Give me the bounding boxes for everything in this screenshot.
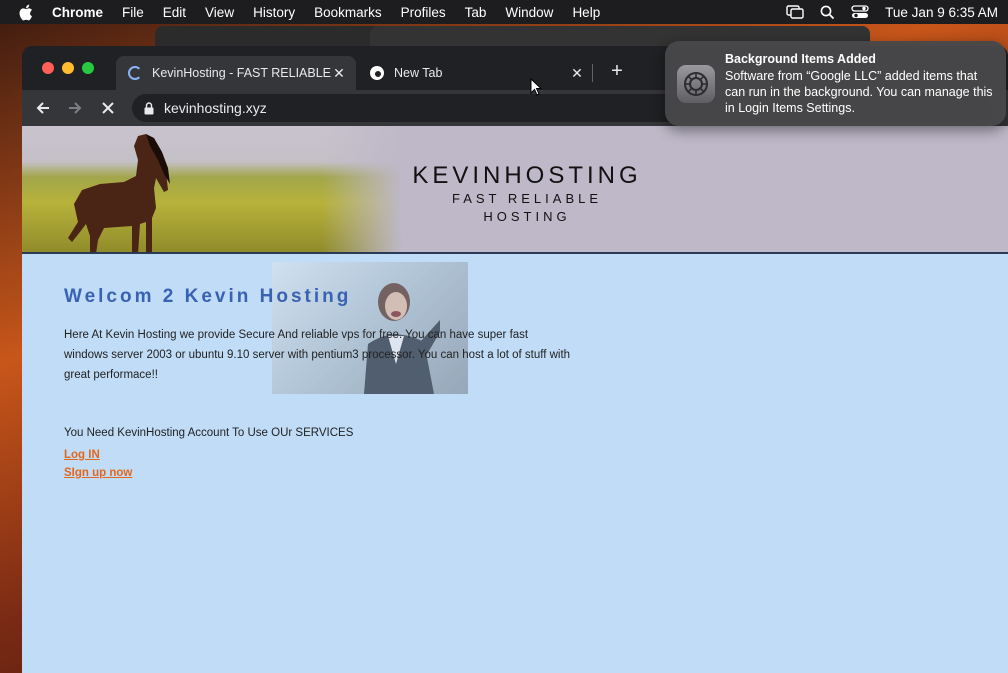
forward-button[interactable] (64, 97, 86, 119)
mouse-cursor-icon (530, 78, 542, 96)
menu-bar-clock[interactable]: Tue Jan 9 6:35 AM (885, 5, 998, 20)
minimize-window-button[interactable] (62, 62, 74, 74)
back-button[interactable] (32, 97, 54, 119)
address-url[interactable]: kevinhosting.xyz (164, 100, 267, 116)
loading-spinner-icon (128, 66, 142, 80)
menu-bookmarks[interactable]: Bookmarks (314, 5, 382, 20)
tab-separator (592, 64, 593, 82)
window-controls (42, 62, 102, 74)
site-banner: KEVINHOSTING FAST RELIABLE HOSTING (22, 126, 1008, 254)
welcome-heading: Welcom 2 Kevin Hosting (64, 286, 352, 307)
chrome-logo-icon (370, 66, 384, 80)
close-window-button[interactable] (42, 62, 54, 74)
menu-history[interactable]: History (253, 5, 295, 20)
site-tagline-line1: FAST RELIABLE (451, 191, 603, 206)
screen-mirroring-icon[interactable] (786, 5, 804, 19)
menu-app-name[interactable]: Chrome (52, 5, 103, 20)
account-notice: You Need KevinHosting Account To Use OUr… (64, 427, 354, 439)
site-tagline-line2: HOSTING (483, 209, 571, 224)
signup-link[interactable]: SIgn up now (64, 467, 584, 479)
web-page: KEVINHOSTING FAST RELIABLE HOSTING Welco… (22, 126, 1008, 673)
menu-help[interactable]: Help (572, 5, 600, 20)
login-link[interactable]: Log IN (64, 449, 584, 461)
new-tab-button[interactable]: + (606, 60, 628, 82)
site-brand: KEVINHOSTING FAST RELIABLE HOSTING (402, 162, 652, 226)
back-arrow-icon (36, 102, 49, 114)
menu-window[interactable]: Window (505, 5, 553, 20)
stop-x-icon (102, 102, 114, 114)
control-center-icon[interactable] (851, 5, 869, 19)
notification-title: Background Items Added (725, 52, 876, 66)
menu-view[interactable]: View (205, 5, 234, 20)
menu-file[interactable]: File (122, 5, 144, 20)
site-name: KEVINHOSTING (412, 162, 642, 189)
service-description: Here At Kevin Hosting we provide Secure … (64, 329, 571, 381)
menu-tab[interactable]: Tab (465, 5, 487, 20)
system-settings-icon (677, 65, 715, 103)
tab-close-icon[interactable]: ✕ (570, 65, 584, 82)
stop-loading-button[interactable] (97, 97, 119, 119)
notification-body: Software from “Google LLC” added items t… (725, 69, 993, 115)
tab-title: KevinHosting - FAST RELIABLE (152, 66, 332, 80)
horse-image (68, 134, 170, 252)
background-items-notification[interactable]: Background Items Added Software from “Go… (665, 41, 1006, 126)
zoom-window-button[interactable] (82, 62, 94, 74)
apple-icon[interactable] (18, 4, 36, 21)
tab-kevinhosting[interactable]: KevinHosting - FAST RELIABLE ✕ (116, 56, 356, 90)
spotlight-search-icon[interactable] (820, 5, 835, 20)
tab-title: New Tab (394, 66, 443, 80)
forward-arrow-icon (69, 102, 82, 114)
lock-icon[interactable] (144, 101, 154, 115)
tab-new-tab[interactable]: New Tab ✕ (360, 56, 594, 90)
menu-profiles[interactable]: Profiles (401, 5, 446, 20)
browser-window: KevinHosting - FAST RELIABLE ✕ New Tab ✕… (22, 46, 1008, 673)
tab-close-icon[interactable]: ✕ (332, 65, 346, 82)
menu-edit[interactable]: Edit (163, 5, 186, 20)
main-content: Welcom 2 Kevin Hosting Here At Kevin Hos… (64, 276, 584, 479)
macos-menu-bar: Chrome File Edit View History Bookmarks … (0, 0, 1008, 24)
